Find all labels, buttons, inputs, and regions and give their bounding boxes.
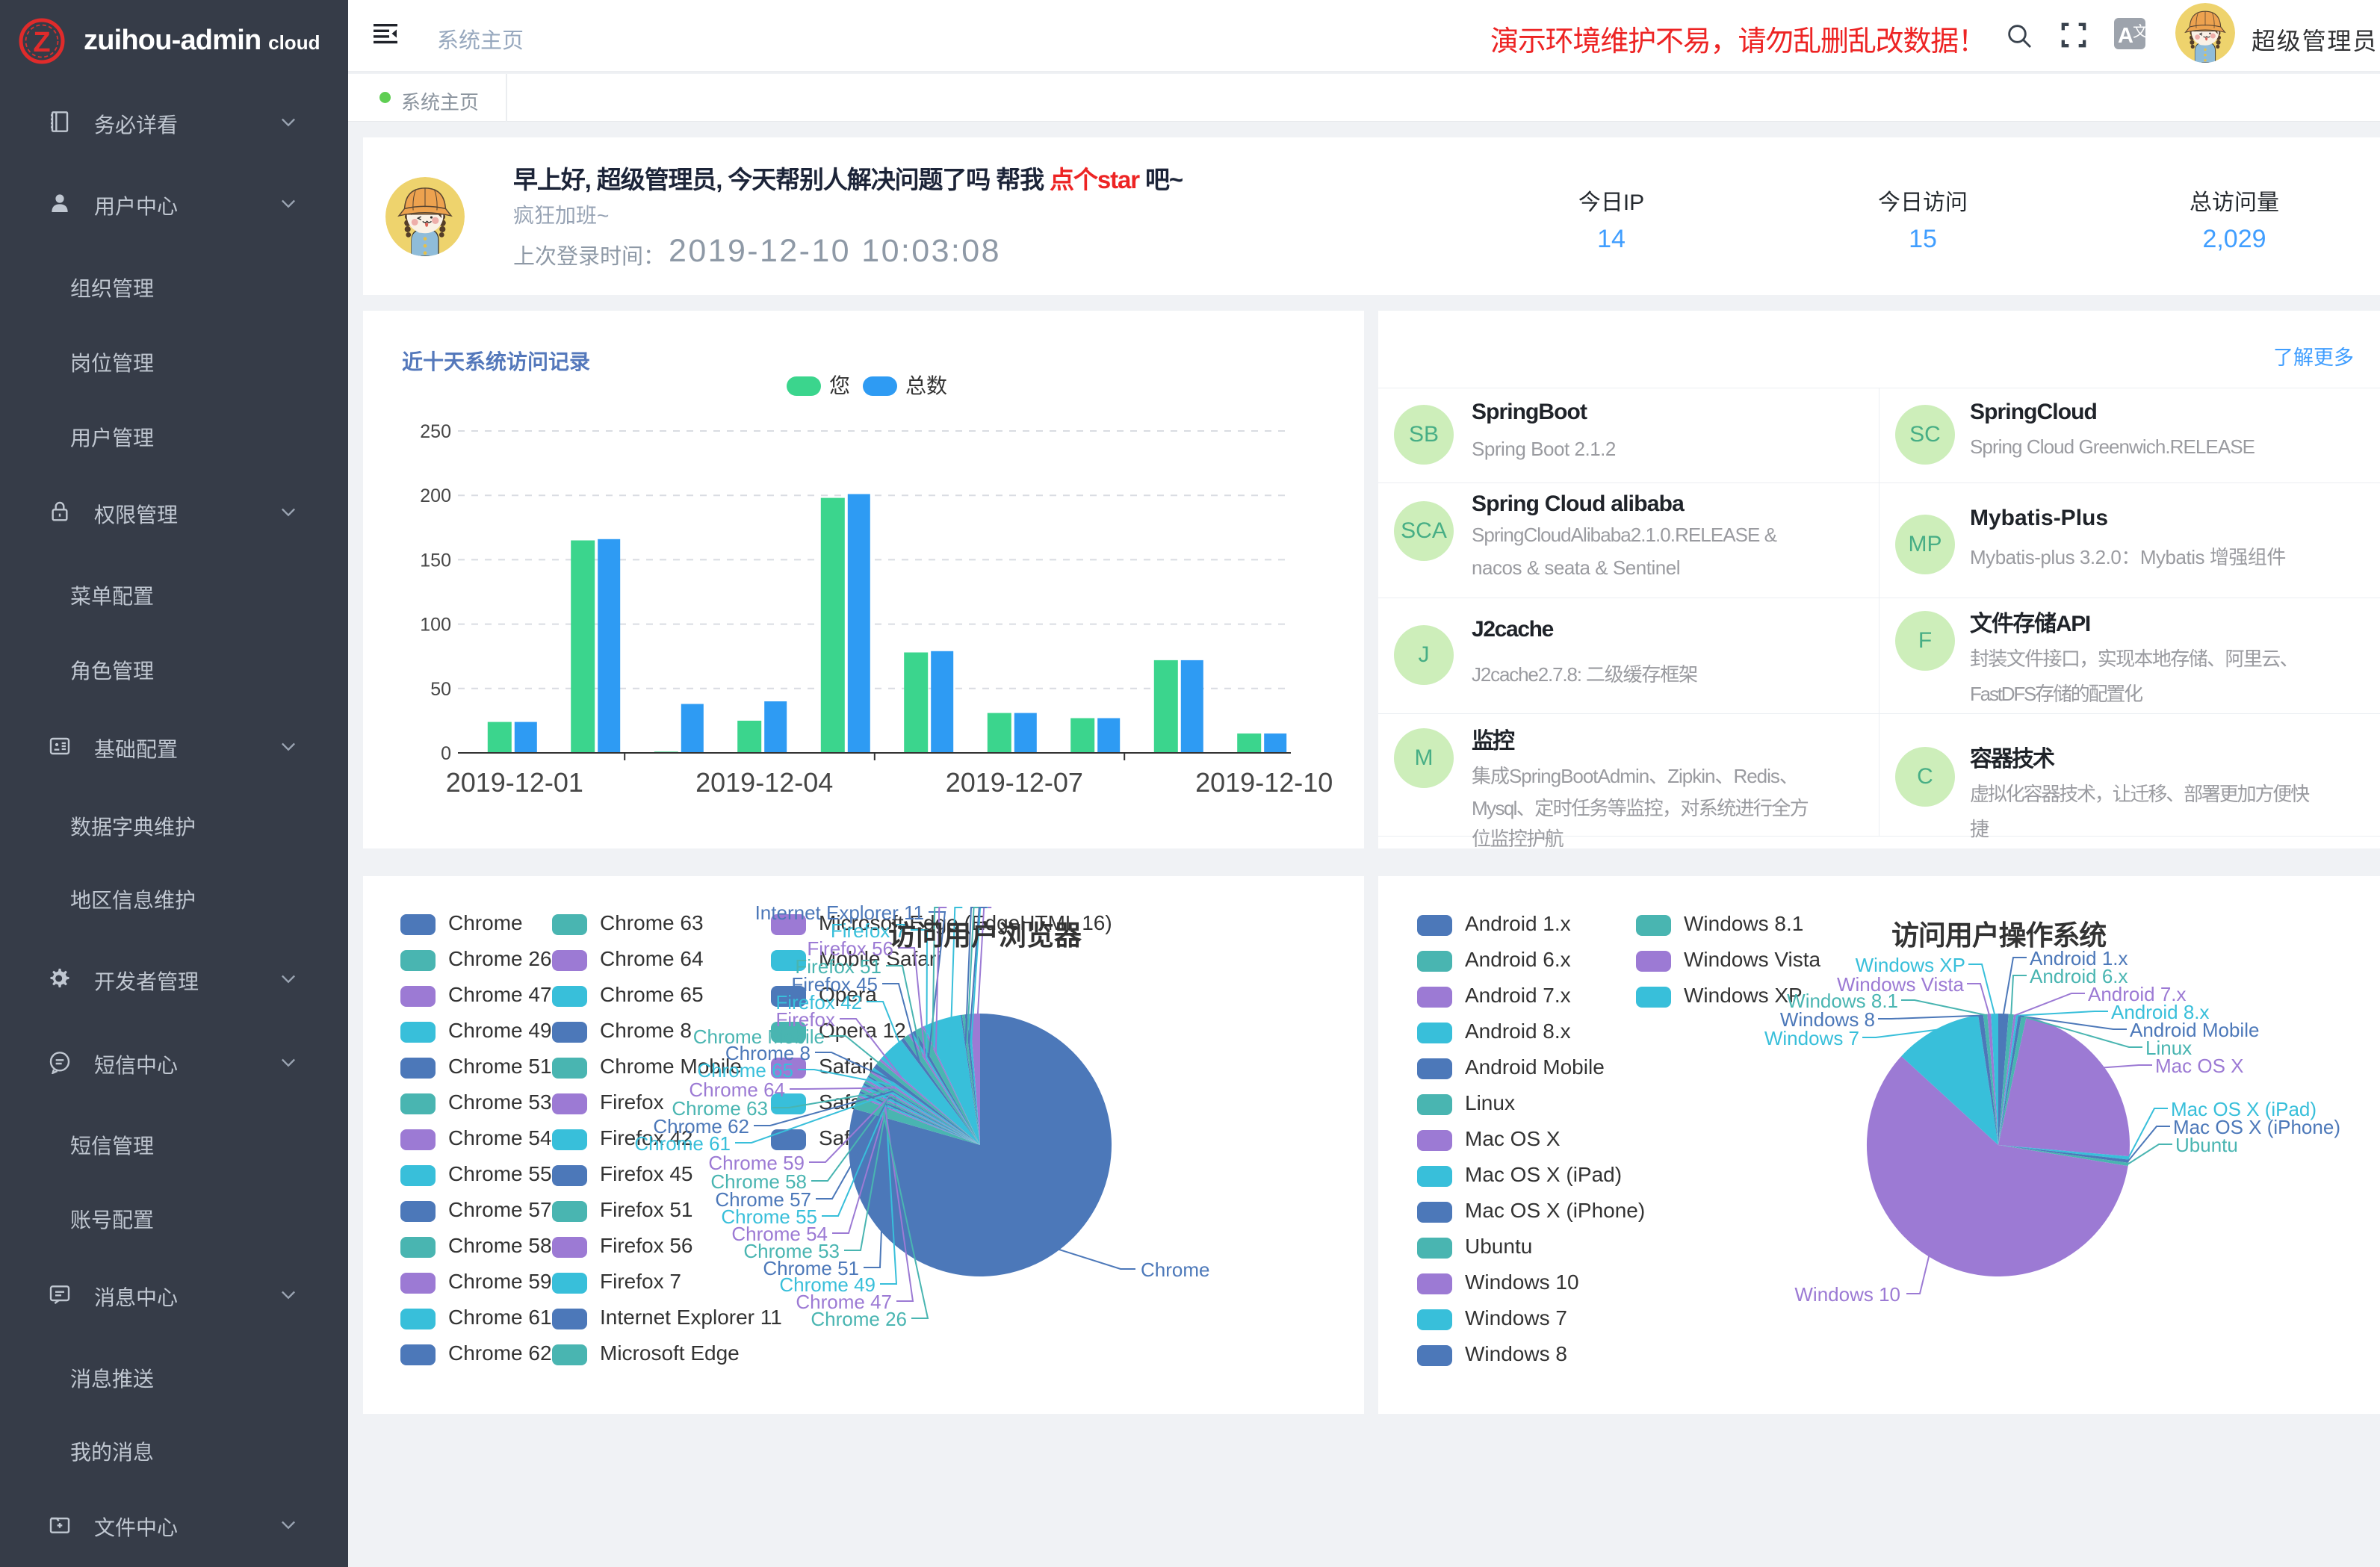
svg-text:2019-12-01: 2019-12-01 — [446, 767, 583, 798]
svg-text:2019-12-07: 2019-12-07 — [946, 767, 1083, 798]
svg-text:50: 50 — [430, 679, 451, 700]
svg-text:150: 150 — [420, 550, 451, 571]
svg-text:100: 100 — [420, 615, 451, 636]
svg-text:2019-12-04: 2019-12-04 — [695, 767, 833, 798]
svg-text:总数: 总数 — [905, 374, 947, 397]
svg-text:250: 250 — [420, 421, 451, 442]
svg-text:Chrome: Chrome — [1141, 1259, 1209, 1281]
svg-text:Windows 7: Windows 7 — [1764, 1027, 1859, 1049]
svg-text:近十天系统访问记录: 近十天系统访问记录 — [402, 350, 590, 373]
svg-text:2019-12-10: 2019-12-10 — [1195, 767, 1333, 798]
svg-text:0: 0 — [441, 743, 451, 764]
svg-text:Ubuntu: Ubuntu — [2175, 1134, 2238, 1156]
svg-text:200: 200 — [420, 485, 451, 506]
svg-text:您: 您 — [829, 374, 850, 397]
svg-text:Z: Z — [33, 27, 50, 58]
svg-text:Windows 10: Windows 10 — [1794, 1283, 1900, 1306]
svg-text:Chrome 26: Chrome 26 — [811, 1308, 907, 1330]
svg-text:Mac OS X: Mac OS X — [2155, 1055, 2243, 1077]
